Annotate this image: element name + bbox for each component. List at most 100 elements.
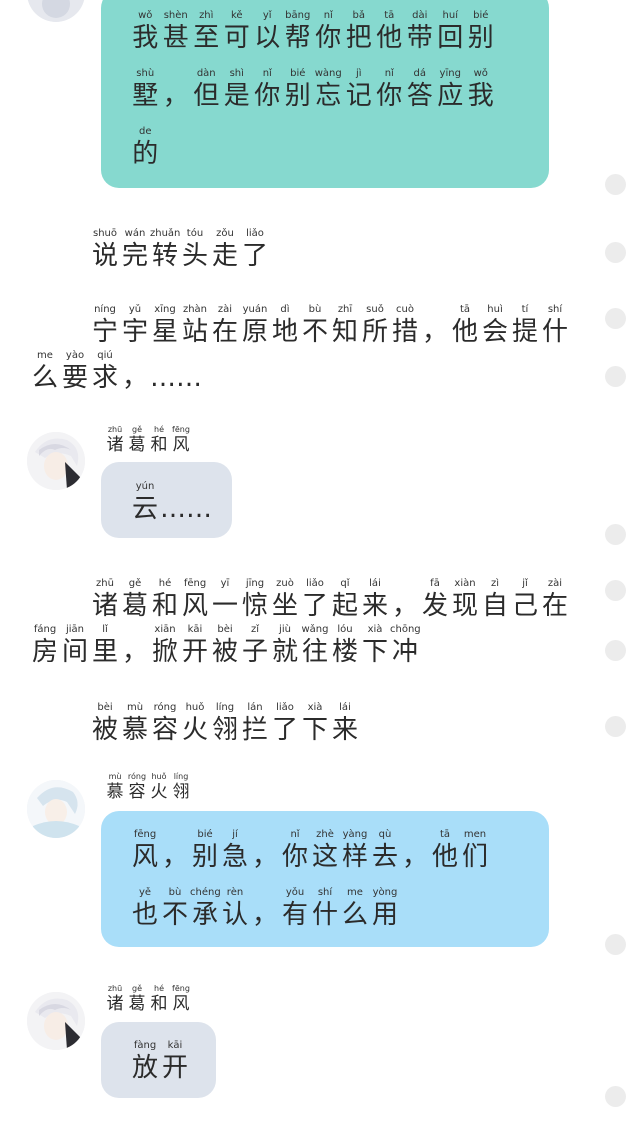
hanzi: 诸 bbox=[106, 435, 124, 455]
narration-line: me 么 yào 要 qiú 求 ， …… bbox=[30, 350, 202, 394]
hanzi: 你 bbox=[376, 81, 403, 111]
hanzi: 自 bbox=[481, 591, 508, 621]
pinyin: men bbox=[463, 829, 487, 840]
hanzi-with-pinyin: dá 答 bbox=[405, 68, 436, 112]
hanzi: 容 bbox=[128, 782, 146, 802]
hanzi: 要 bbox=[61, 363, 88, 393]
hanzi: 带 bbox=[406, 23, 433, 53]
hanzi: 会 bbox=[481, 317, 508, 347]
hanzi-with-pinyin: liǎo 了 bbox=[240, 228, 270, 272]
pinyin: lái bbox=[339, 702, 351, 713]
hanzi: 房 bbox=[31, 637, 58, 667]
pinyin: tā bbox=[439, 829, 451, 840]
hanzi-with-pinyin: qǐ 起 bbox=[330, 578, 360, 622]
hanzi: 他 bbox=[376, 23, 403, 53]
hanzi: 知 bbox=[331, 317, 358, 347]
hanzi-with-pinyin: hé 和 bbox=[148, 984, 170, 1014]
pinyin: bāng bbox=[285, 10, 311, 21]
hanzi-with-pinyin: kāi 开 bbox=[160, 1040, 190, 1084]
hanzi-with-pinyin: zuò 坐 bbox=[270, 578, 300, 622]
hanzi-with-pinyin: wǎng 往 bbox=[300, 624, 330, 668]
pinyin: chéng bbox=[190, 887, 221, 898]
pinyin: xià bbox=[307, 702, 323, 713]
hanzi: 我 bbox=[467, 81, 494, 111]
avatar-top-partial[interactable] bbox=[27, 0, 85, 22]
hanzi: 说 bbox=[91, 241, 118, 271]
pinyin: lǐ bbox=[102, 624, 108, 635]
pinyin: zǒu bbox=[216, 228, 234, 239]
punctuation bbox=[60, 578, 90, 622]
hanzi: 地 bbox=[271, 317, 298, 347]
pinyin: bù bbox=[308, 304, 322, 315]
hanzi: 应 bbox=[437, 81, 464, 111]
hanzi-with-pinyin: lái 来 bbox=[360, 578, 390, 622]
hanzi-with-pinyin: fàng 放 bbox=[130, 1040, 160, 1084]
avatar-murong-huo-ling[interactable] bbox=[27, 780, 85, 838]
hanzi: 发 bbox=[421, 591, 448, 621]
hanzi: 被 bbox=[91, 715, 118, 745]
pinyin: rèn bbox=[226, 887, 244, 898]
pinyin: jǐ bbox=[522, 578, 528, 589]
pinyin: lán bbox=[247, 702, 263, 713]
pinyin: wǎng bbox=[301, 624, 329, 635]
hanzi: 样 bbox=[341, 842, 368, 872]
hanzi: 掀 bbox=[151, 637, 178, 667]
hanzi-with-pinyin: bù 不 bbox=[160, 887, 190, 931]
pinyin: tí bbox=[521, 304, 529, 315]
hanzi-with-pinyin: huǒ 火 bbox=[148, 772, 170, 802]
pinyin: zhū bbox=[96, 578, 114, 589]
hanzi: 坐 bbox=[271, 591, 298, 621]
hanzi-with-pinyin: kě 可 bbox=[222, 10, 253, 54]
hanzi: 慕 bbox=[106, 782, 124, 802]
hanzi: 一 bbox=[211, 591, 238, 621]
hanzi: 至 bbox=[193, 23, 220, 53]
hanzi: …… bbox=[160, 494, 212, 524]
pinyin: qiú bbox=[97, 350, 113, 361]
hanzi-with-pinyin: xiàn 现 bbox=[450, 578, 480, 622]
hanzi-with-pinyin: zhàn 站 bbox=[180, 304, 210, 348]
hanzi: 风 bbox=[172, 994, 190, 1014]
hanzi: 间 bbox=[61, 637, 88, 667]
message-line: fēng 风 ， bié 别 jí 急 ， nǐ 你 zhè 这 yàng 样 qù 去 ， tā 他 men 们 bbox=[130, 829, 490, 873]
pinyin: dài bbox=[412, 10, 428, 21]
hanzi-with-pinyin: líng 翎 bbox=[170, 772, 192, 802]
punctuation: …… bbox=[150, 350, 202, 394]
hanzi: 站 bbox=[181, 317, 208, 347]
hanzi: 不 bbox=[161, 900, 188, 930]
hanzi-with-pinyin: nǐ 你 bbox=[374, 68, 405, 112]
avatar-zhuge-he-feng[interactable] bbox=[27, 992, 85, 1050]
hanzi: 星 bbox=[151, 317, 178, 347]
hanzi-with-pinyin: kāi 开 bbox=[180, 624, 210, 668]
hanzi-with-pinyin: jiù 就 bbox=[270, 624, 300, 668]
hanzi: 把 bbox=[345, 23, 372, 53]
hanzi: ， bbox=[121, 363, 148, 393]
hanzi: 认 bbox=[221, 900, 248, 930]
hanzi: 墅 bbox=[132, 81, 159, 111]
hanzi-with-pinyin: bié 别 bbox=[190, 829, 220, 873]
pinyin: zhè bbox=[316, 829, 334, 840]
hanzi: 翎 bbox=[211, 715, 238, 745]
pinyin: cuò bbox=[396, 304, 414, 315]
hanzi-with-pinyin: men 们 bbox=[460, 829, 490, 873]
pinyin: bù bbox=[168, 887, 182, 898]
hanzi-with-pinyin: zì 自 bbox=[480, 578, 510, 622]
hanzi: ， bbox=[251, 900, 278, 930]
pinyin: qù bbox=[378, 829, 392, 840]
avatar-zhuge-he-feng[interactable] bbox=[27, 432, 85, 490]
hanzi-with-pinyin: yàng 样 bbox=[340, 829, 370, 873]
hanzi: 在 bbox=[211, 317, 238, 347]
hanzi-with-pinyin: róng 容 bbox=[150, 702, 180, 746]
hanzi-with-pinyin: nǐ 你 bbox=[252, 68, 283, 112]
hanzi-with-pinyin: de 的 bbox=[130, 126, 161, 170]
hanzi-with-pinyin: dài 带 bbox=[405, 10, 436, 54]
hanzi-with-pinyin: xià 下 bbox=[360, 624, 390, 668]
hanzi-with-pinyin: níng 宁 bbox=[90, 304, 120, 348]
hanzi: 开 bbox=[161, 1053, 188, 1083]
hanzi: 被 bbox=[211, 637, 238, 667]
hanzi-with-pinyin: gě 葛 bbox=[126, 425, 148, 455]
hanzi-with-pinyin: qù 去 bbox=[370, 829, 400, 873]
hanzi-with-pinyin: chéng 承 bbox=[190, 887, 221, 931]
message-line: yún 云 …… bbox=[130, 481, 212, 525]
pinyin: shèn bbox=[163, 10, 188, 21]
hanzi-with-pinyin: yào 要 bbox=[60, 350, 90, 394]
